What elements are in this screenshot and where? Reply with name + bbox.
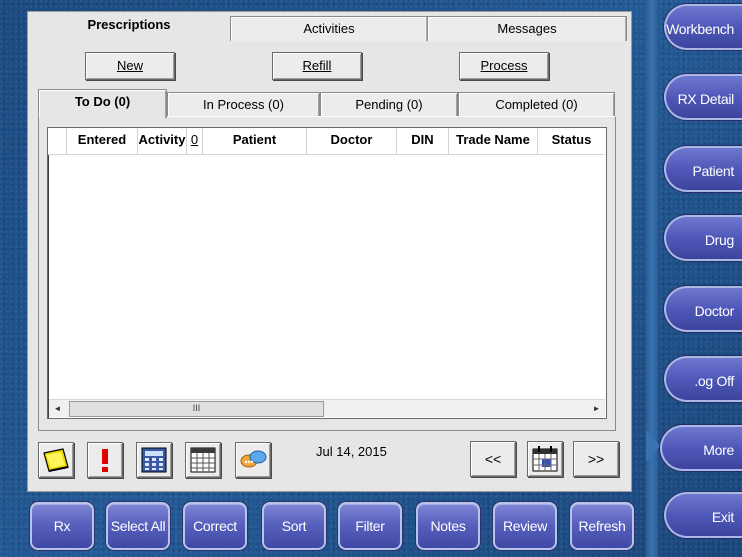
column-din[interactable]: DIN: [397, 128, 449, 155]
tab-messages[interactable]: Messages: [427, 16, 627, 41]
doctor-button[interactable]: Doctor: [664, 286, 742, 332]
sticky-note-icon[interactable]: [38, 442, 74, 478]
scroll-right-icon[interactable]: ►: [588, 400, 605, 417]
sort-button[interactable]: Sort: [262, 502, 326, 550]
tab-activities[interactable]: Activities: [230, 16, 428, 41]
new-button[interactable]: New: [85, 52, 175, 80]
side-rail: [646, 0, 658, 557]
drug-button[interactable]: Drug: [664, 215, 742, 261]
rx-button[interactable]: Rx: [30, 502, 94, 550]
current-date: Jul 14, 2015: [316, 444, 387, 459]
review-button[interactable]: Review: [493, 502, 557, 550]
rx-detail-button[interactable]: RX Detail: [664, 74, 742, 120]
top-tabs: Prescriptions Activities Messages: [28, 12, 631, 42]
exit-button[interactable]: Exit: [664, 492, 742, 538]
column-flag[interactable]: 0: [187, 128, 203, 155]
process-button[interactable]: Process: [459, 52, 549, 80]
prescription-grid[interactable]: Entered Activity 0 Patient Doctor DIN Tr…: [47, 127, 607, 419]
tab-to-do[interactable]: To Do (0): [38, 89, 167, 118]
grid-header: Entered Activity 0 Patient Doctor DIN Tr…: [48, 128, 606, 155]
calendar-grid-icon[interactable]: [185, 442, 221, 478]
previous-button[interactable]: <<: [470, 441, 516, 477]
tab-completed[interactable]: Completed (0): [458, 92, 615, 117]
calendar-button[interactable]: [527, 441, 563, 477]
tab-in-process[interactable]: In Process (0): [167, 92, 320, 117]
scroll-thumb[interactable]: III: [69, 401, 324, 417]
horizontal-scrollbar[interactable]: ◄ III ►: [49, 399, 605, 417]
column-status[interactable]: Status: [538, 128, 605, 155]
workbench-button[interactable]: Workbench: [664, 4, 742, 50]
refill-button[interactable]: Refill: [272, 52, 362, 80]
column-activity[interactable]: Activity: [138, 128, 187, 155]
notes-button[interactable]: Notes: [416, 502, 480, 550]
filter-button[interactable]: Filter: [338, 502, 402, 550]
main-panel: Prescriptions Activities Messages New Re…: [27, 11, 632, 492]
select-all-button[interactable]: Select All: [106, 502, 170, 550]
column-entered[interactable]: Entered: [67, 128, 138, 155]
next-button[interactable]: >>: [573, 441, 619, 477]
tab-pending[interactable]: Pending (0): [320, 92, 458, 117]
scroll-left-icon[interactable]: ◄: [49, 400, 66, 417]
alert-icon[interactable]: [87, 442, 123, 478]
more-indicator: [646, 430, 660, 462]
column-selector[interactable]: [48, 128, 67, 155]
patient-button[interactable]: Patient: [664, 146, 742, 192]
log-off-button[interactable]: .og Off: [664, 356, 742, 402]
calendar-icon: [532, 446, 558, 472]
column-patient[interactable]: Patient: [203, 128, 307, 155]
correct-button[interactable]: Correct: [183, 502, 247, 550]
column-trade-name[interactable]: Trade Name: [449, 128, 538, 155]
status-tabs: To Do (0) In Process (0) Pending (0) Com…: [38, 89, 618, 118]
refresh-button[interactable]: Refresh: [570, 502, 634, 550]
calculator-icon[interactable]: [136, 442, 172, 478]
tab-prescriptions[interactable]: Prescriptions: [28, 12, 230, 42]
more-button[interactable]: More: [660, 425, 742, 471]
column-doctor[interactable]: Doctor: [307, 128, 397, 155]
to-do-panel: Entered Activity 0 Patient Doctor DIN Tr…: [38, 116, 616, 431]
chat-icon[interactable]: [235, 442, 271, 478]
